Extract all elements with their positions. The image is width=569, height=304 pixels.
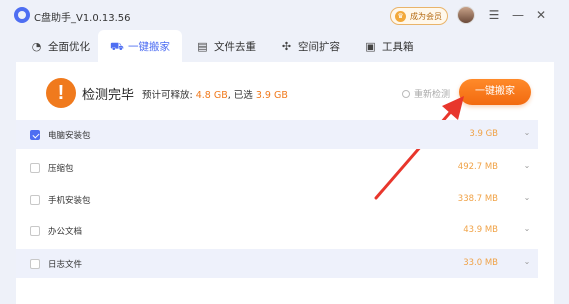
checkbox[interactable]: [30, 130, 40, 140]
list-item[interactable]: 办公文档 43.9 MB ⌄: [16, 216, 538, 245]
list-item[interactable]: 日志文件 33.0 MB ⌄: [16, 249, 538, 278]
tab-bar: ◔ 全面优化 ⛟ 一键搬家 ▤ 文件去重 ✣ 空间扩容 ▣ 工具箱: [0, 30, 569, 62]
crown-icon: ♛: [395, 10, 406, 22]
tab-label: 全面优化: [48, 40, 90, 53]
status-title: 检测完毕: [82, 88, 135, 103]
toolbox-icon: ▣: [365, 39, 376, 53]
chevron-down-icon[interactable]: ⌄: [522, 128, 532, 138]
item-size: 3.9 GB: [469, 129, 498, 139]
selected-label: 已选: [233, 90, 253, 101]
releasable-value: 4.8 GB: [195, 90, 228, 101]
checkbox[interactable]: [30, 259, 40, 269]
item-size: 492.7 MB: [457, 162, 498, 172]
chevron-down-icon[interactable]: ⌄: [522, 193, 532, 203]
close-icon[interactable]: ✕: [533, 7, 549, 23]
item-size: 43.9 MB: [463, 225, 498, 235]
vip-label: 成为会员: [410, 11, 442, 21]
minimize-icon[interactable]: —: [510, 7, 526, 23]
list-item[interactable]: 电脑安装包 3.9 GB ⌄: [16, 120, 538, 149]
app-title: C盘助手_V1.0.13.56: [34, 13, 131, 24]
menu-icon[interactable]: ☰: [486, 7, 502, 23]
truck-icon: ⛟: [110, 39, 124, 53]
checkbox[interactable]: [30, 226, 40, 236]
releasable-label: 预计可释放:: [142, 90, 193, 101]
item-label: 日志文件: [48, 260, 83, 270]
checkbox[interactable]: [30, 195, 40, 205]
checkbox[interactable]: [30, 163, 40, 173]
main-panel: ! 检测完毕 预计可释放: 4.8 GB, 已选 3.9 GB 重新检测 一键搬…: [16, 62, 554, 304]
chevron-down-icon[interactable]: ⌄: [522, 224, 532, 234]
tab-space-expand[interactable]: ✣ 空间扩容: [280, 30, 340, 62]
tab-full-optimize[interactable]: ◔ 全面优化: [30, 30, 90, 62]
list-item[interactable]: 压缩包 492.7 MB ⌄: [16, 153, 538, 182]
gauge-icon: ◔: [31, 39, 42, 53]
item-label: 手机安装包: [48, 196, 91, 206]
tab-label: 空间扩容: [298, 40, 340, 53]
item-label: 压缩包: [48, 164, 74, 174]
item-size: 33.0 MB: [463, 258, 498, 268]
tab-label: 一键搬家: [128, 40, 170, 53]
alert-icon: !: [46, 78, 76, 108]
tab-label: 文件去重: [214, 40, 256, 53]
chevron-down-icon[interactable]: ⌄: [522, 257, 532, 267]
item-label: 办公文档: [48, 227, 83, 237]
tab-toolbox[interactable]: ▣ 工具箱: [364, 30, 414, 62]
title-bar: C盘助手_V1.0.13.56 ♛ 成为会员 ☰ — ✕: [0, 0, 569, 30]
item-size: 338.7 MB: [457, 194, 498, 204]
tab-one-click-move[interactable]: ⛟ 一键搬家: [98, 30, 182, 62]
expand-icon: ✣: [281, 39, 292, 53]
become-vip-button[interactable]: ♛ 成为会员: [390, 7, 448, 25]
list-item[interactable]: 手机安装包 338.7 MB ⌄: [16, 185, 538, 214]
chevron-down-icon[interactable]: ⌄: [522, 161, 532, 171]
tab-file-dedup[interactable]: ▤ 文件去重: [196, 30, 256, 62]
status-summary: 预计可释放: 4.8 GB, 已选 3.9 GB: [142, 90, 288, 101]
file-icon: ▤: [197, 39, 208, 53]
tab-label: 工具箱: [382, 40, 414, 53]
app-logo-icon: [14, 7, 30, 23]
item-label: 电脑安装包: [48, 131, 91, 141]
avatar[interactable]: [457, 6, 475, 24]
selected-value: 3.9 GB: [255, 90, 288, 101]
